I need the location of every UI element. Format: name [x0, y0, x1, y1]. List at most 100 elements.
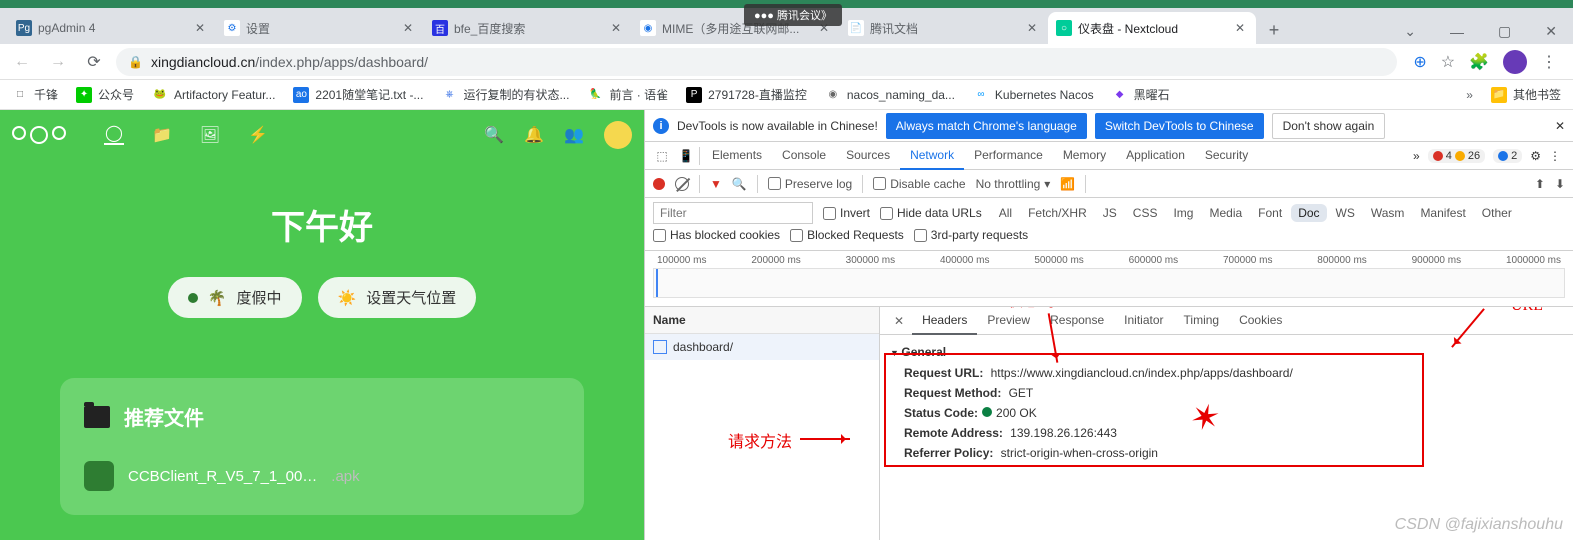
url-input[interactable]: 🔒 xingdiancloud.cn/index.php/apps/dashbo…	[116, 48, 1397, 76]
filter-chip-js[interactable]: JS	[1096, 204, 1124, 222]
filter-chip-font[interactable]: Font	[1251, 204, 1289, 222]
filter-chip-wasm[interactable]: Wasm	[1364, 204, 1412, 222]
banner-match-button[interactable]: Always match Chrome's language	[886, 113, 1087, 139]
status-pill[interactable]: 🌴 度假中	[168, 277, 302, 318]
detail-tab-timing[interactable]: Timing	[1174, 307, 1230, 335]
banner-close-icon[interactable]: ✕	[1555, 119, 1565, 133]
filter-chip-doc[interactable]: Doc	[1291, 204, 1326, 222]
window-close-icon[interactable]: ✕	[1537, 19, 1565, 44]
search-icon[interactable]: 🔍	[732, 177, 747, 191]
detail-tab-response[interactable]: Response	[1040, 307, 1114, 335]
browser-tab[interactable]: ⚙设置✕	[216, 12, 424, 44]
filter-icon[interactable]: ▼	[710, 177, 722, 191]
browser-tab[interactable]: 📄腾讯文档✕	[840, 12, 1048, 44]
clear-icon[interactable]	[675, 177, 689, 191]
filter-chip-other[interactable]: Other	[1475, 204, 1519, 222]
throttling-select[interactable]: No throttling ▾	[976, 177, 1051, 191]
dashboard-icon[interactable]: ◯	[104, 125, 124, 145]
detail-tab-preview[interactable]: Preview	[977, 307, 1040, 335]
detail-close-icon[interactable]: ✕	[886, 314, 912, 328]
notifications-icon[interactable]: 🔔	[524, 125, 544, 145]
bookmark-item[interactable]: ∞Kubernetes Nacos	[973, 86, 1094, 103]
third-party-checkbox[interactable]: 3rd-party requests	[914, 228, 1028, 242]
browser-tab[interactable]: 百bfe_百度搜索✕	[424, 12, 632, 44]
activity-icon[interactable]: ⚡	[248, 125, 268, 145]
nextcloud-logo-icon[interactable]	[12, 126, 66, 144]
settings-gear-icon[interactable]: ⚙	[1530, 149, 1541, 163]
bookmark-item[interactable]: 🦜前言 · 语雀	[587, 86, 668, 103]
search-icon[interactable]: 🔍	[484, 125, 504, 145]
filter-chip-css[interactable]: CSS	[1126, 204, 1165, 222]
devtools-tab-memory[interactable]: Memory	[1053, 142, 1116, 170]
filter-chip-img[interactable]: Img	[1166, 204, 1200, 222]
contacts-icon[interactable]: 👥	[564, 125, 584, 145]
detail-tab-initiator[interactable]: Initiator	[1114, 307, 1173, 335]
detail-tab-cookies[interactable]: Cookies	[1229, 307, 1292, 335]
filter-chip-all[interactable]: All	[992, 204, 1019, 222]
browser-tab[interactable]: PgpgAdmin 4✕	[8, 12, 216, 44]
record-icon[interactable]	[653, 178, 665, 190]
general-section-header[interactable]: General	[890, 341, 1563, 363]
translate-icon[interactable]: ⊕	[1413, 52, 1426, 72]
tab-close-icon[interactable]: ✕	[1024, 20, 1040, 36]
window-maximize-icon[interactable]: ▢	[1490, 19, 1519, 44]
wifi-icon[interactable]: 📶	[1060, 177, 1075, 191]
issues-badge[interactable]: 2	[1493, 149, 1522, 163]
name-column-header[interactable]: Name	[645, 307, 879, 334]
blocked-requests-checkbox[interactable]: Blocked Requests	[790, 228, 904, 242]
banner-dismiss-button[interactable]: Don't show again	[1272, 113, 1386, 139]
bookmark-item[interactable]: ✦公众号	[76, 86, 134, 103]
nav-forward-icon[interactable]: →	[44, 48, 72, 76]
profile-avatar[interactable]	[1503, 50, 1527, 74]
device-toggle-icon[interactable]: 📱	[675, 149, 697, 163]
other-bookmarks-button[interactable]: 📁 其他书签	[1491, 86, 1561, 103]
meeting-overlay[interactable]: ●●● 腾讯会议》	[744, 4, 842, 26]
bookmark-item[interactable]: 🐸Artifactory Featur...	[152, 86, 275, 103]
bookmark-item[interactable]: □千锋	[12, 86, 58, 103]
window-minimize-icon[interactable]: —	[1442, 20, 1472, 44]
detail-tab-headers[interactable]: Headers	[912, 307, 977, 335]
devtools-tab-console[interactable]: Console	[772, 142, 836, 170]
bookmark-item[interactable]: ◆黑曜石	[1112, 86, 1170, 103]
devtools-tab-network[interactable]: Network	[900, 142, 964, 170]
request-row[interactable]: dashboard/	[645, 334, 879, 360]
devtools-tab-security[interactable]: Security	[1195, 142, 1258, 170]
filter-input[interactable]	[653, 202, 813, 224]
bookmark-item[interactable]: P2791728-直播监控	[686, 86, 807, 103]
download-icon[interactable]: ⬇	[1555, 177, 1565, 191]
filter-chip-ws[interactable]: WS	[1329, 204, 1362, 222]
extension-puzzle-icon[interactable]: 🧩	[1469, 52, 1489, 72]
tab-close-icon[interactable]: ✕	[608, 20, 624, 36]
errors-badge[interactable]: 4 26	[1428, 149, 1485, 163]
devtools-menu-icon[interactable]: ⋮	[1549, 149, 1561, 163]
inspect-icon[interactable]: ⬚	[651, 149, 673, 163]
tab-close-icon[interactable]: ✕	[400, 20, 416, 36]
user-avatar[interactable]	[604, 121, 632, 149]
devtools-tab-sources[interactable]: Sources	[836, 142, 900, 170]
hide-data-checkbox[interactable]: Hide data URLs	[880, 206, 982, 220]
invert-checkbox[interactable]: Invert	[823, 206, 870, 220]
bookmark-star-icon[interactable]: ☆	[1441, 52, 1455, 72]
bookmarks-overflow-icon[interactable]: »	[1466, 88, 1473, 102]
devtools-tab-application[interactable]: Application	[1116, 142, 1195, 170]
blocked-cookies-checkbox[interactable]: Has blocked cookies	[653, 228, 780, 242]
files-icon[interactable]: 📁	[152, 125, 172, 145]
tab-close-icon[interactable]: ✕	[1232, 20, 1248, 36]
photos-icon[interactable]: 🖼	[200, 125, 220, 145]
menu-kebab-icon[interactable]: ⋮	[1541, 52, 1557, 72]
nav-back-icon[interactable]: ←	[8, 48, 36, 76]
upload-icon[interactable]: ⬆	[1535, 177, 1545, 191]
window-dropdown-icon[interactable]: ⌄	[1396, 19, 1424, 44]
weather-pill[interactable]: ☀️ 设置天气位置	[318, 277, 477, 318]
new-tab-button[interactable]: +	[1260, 16, 1288, 44]
bookmark-item[interactable]: ao2201随堂笔记.txt -...	[293, 86, 423, 103]
filter-chip-fetch-xhr[interactable]: Fetch/XHR	[1021, 204, 1094, 222]
browser-tab[interactable]: ○仪表盘 - Nextcloud✕	[1048, 12, 1256, 44]
filter-chip-manifest[interactable]: Manifest	[1413, 204, 1472, 222]
bookmark-item[interactable]: ◉nacos_naming_da...	[825, 86, 955, 103]
nav-reload-icon[interactable]: ⟳	[80, 48, 108, 76]
tabs-overflow-icon[interactable]: »	[1413, 149, 1420, 163]
devtools-tab-elements[interactable]: Elements	[702, 142, 772, 170]
preserve-log-checkbox[interactable]: Preserve log	[768, 177, 852, 191]
tab-close-icon[interactable]: ✕	[192, 20, 208, 36]
